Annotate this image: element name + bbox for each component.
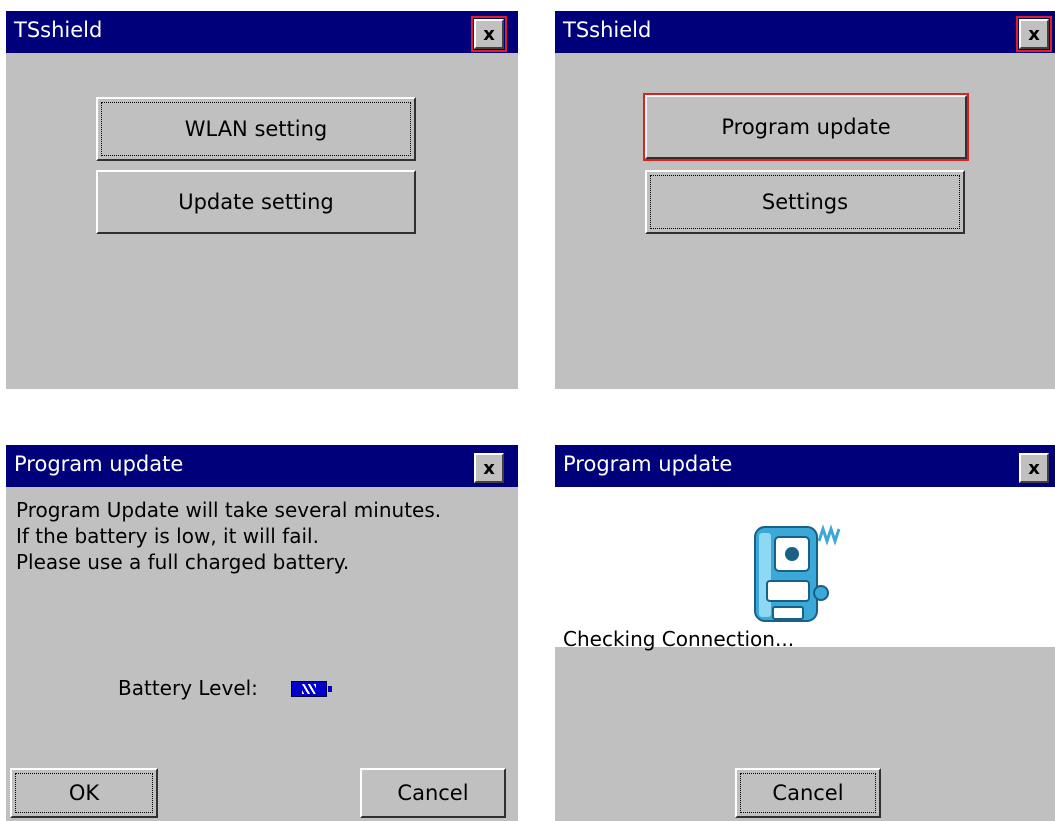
surveying-instrument-icon (754, 524, 841, 622)
cancel-label: Cancel (397, 781, 469, 805)
program-update-label: Program update (721, 115, 891, 139)
cancel-button[interactable]: Cancel (360, 768, 506, 818)
battery-icon (291, 681, 332, 697)
tsshield-window-update: TSshield x Program update Settings (555, 11, 1055, 389)
close-icon: x (483, 457, 495, 479)
program-update-button[interactable]: Program update (643, 93, 969, 161)
wlan-setting-button[interactable]: WLAN setting (96, 97, 416, 161)
close-icon: x (483, 23, 495, 45)
message-line-1: Program Update will take several minutes… (16, 498, 442, 522)
ok-label: OK (68, 781, 100, 805)
cancel-button[interactable]: Cancel (735, 768, 881, 818)
close-icon: x (1028, 457, 1040, 479)
window-title: TSshield (563, 18, 652, 42)
close-button[interactable]: x (1019, 453, 1049, 483)
close-button[interactable]: x (474, 453, 504, 483)
program-update-dialog-progress: Program update x Checking Connection... … (555, 445, 1055, 821)
ok-button[interactable]: OK (10, 768, 158, 818)
tsshield-window-main: TSshield x WLAN setting Update setting (6, 11, 518, 389)
message-line-2: If the battery is low, it will fail. (16, 524, 319, 548)
update-setting-button[interactable]: Update setting (96, 170, 416, 234)
warning-message: Program Update will take several minutes… (16, 497, 441, 575)
wlan-setting-label: WLAN setting (184, 117, 328, 141)
battery-level-label: Battery Level: (118, 676, 258, 700)
window-title: Program update (563, 452, 733, 476)
title-bar: TSshield x (6, 11, 518, 53)
message-line-3: Please use a full charged battery. (16, 550, 350, 574)
settings-label: Settings (761, 190, 849, 214)
title-bar: Program update x (6, 445, 518, 487)
instrument-illustration (555, 487, 1055, 647)
close-button[interactable]: x (471, 16, 507, 52)
close-icon: x (1028, 23, 1040, 45)
window-title: Program update (14, 452, 184, 476)
update-setting-label: Update setting (178, 190, 334, 214)
window-title: TSshield (14, 18, 103, 42)
title-bar: Program update x (555, 445, 1055, 487)
status-text: Checking Connection... (563, 627, 795, 651)
close-button[interactable]: x (1016, 16, 1052, 52)
program-update-dialog-warning: Program update x Program Update will tak… (6, 445, 518, 821)
cancel-label: Cancel (772, 781, 844, 805)
settings-button[interactable]: Settings (645, 170, 965, 234)
title-bar: TSshield x (555, 11, 1055, 53)
